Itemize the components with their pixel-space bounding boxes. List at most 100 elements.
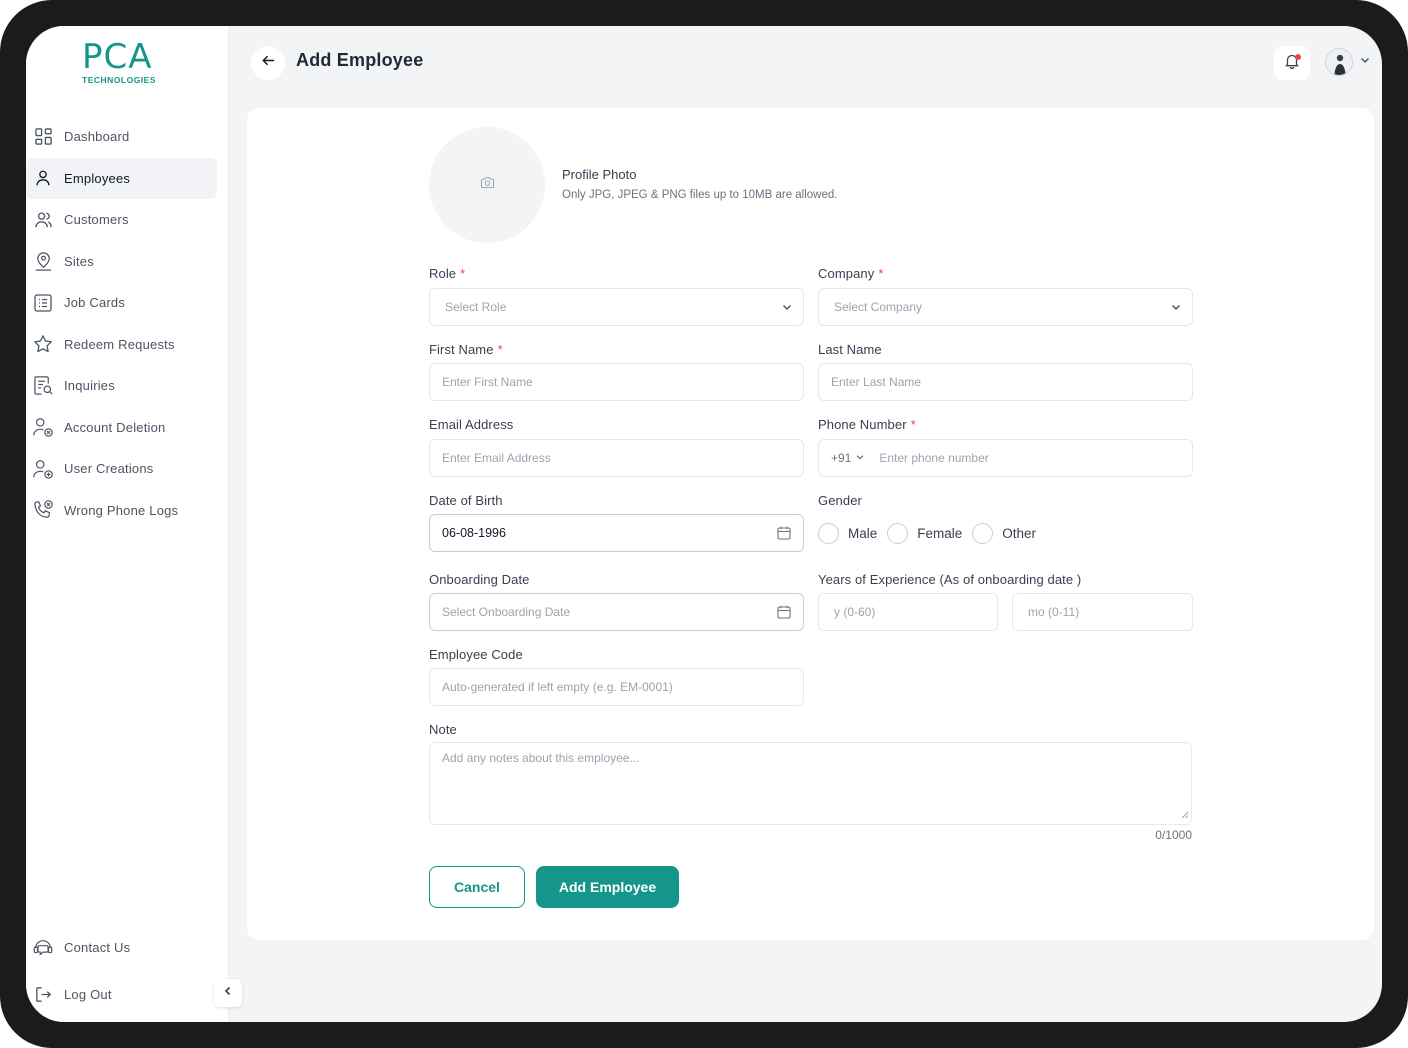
onboarding-placeholder: Select Onboarding Date [442, 605, 571, 619]
chevron-down-icon [781, 301, 793, 316]
page-title: Add Employee [296, 50, 424, 70]
sidebar-item-job-cards[interactable]: Job Cards [26, 282, 217, 324]
chevron-down-icon [1170, 301, 1182, 316]
arrow-left-icon [261, 53, 276, 73]
gender-label-text: Gender [818, 493, 862, 508]
sidebar-item-user-creations[interactable]: User Creations [26, 448, 217, 490]
sidebar-item-inquiries[interactable]: Inquiries [26, 365, 217, 407]
onboarding-label: Onboarding Date [429, 572, 530, 587]
country-code-select[interactable]: +91 [831, 451, 865, 465]
phone-label-text: Phone Number [818, 417, 907, 432]
phone-field[interactable]: +91 Enter phone number [818, 439, 1193, 477]
employee-code-placeholder: Auto-generated if left empty (e.g. EM-00… [442, 680, 673, 694]
sidebar-item-label: Customers [64, 212, 129, 228]
app-screen: PCA TECHNOLOGIES Dashboard Employees Cus… [26, 26, 1382, 1022]
cancel-button[interactable]: Cancel [429, 866, 525, 908]
user-menu[interactable] [1325, 48, 1371, 76]
first-name-placeholder: Enter First Name [442, 375, 533, 389]
required-mark: * [497, 342, 503, 357]
profile-photo-hint: Only JPG, JPEG & PNG files up to 10MB ar… [562, 189, 838, 201]
page-header: Add Employee [229, 26, 1382, 104]
experience-label: Years of Experience (As of onboarding da… [818, 572, 1081, 587]
add-employee-form-card: Profile Photo Only JPG, JPEG & PNG files… [247, 108, 1374, 940]
onboarding-label-text: Onboarding Date [429, 572, 530, 587]
employee-code-field[interactable]: Auto-generated if left empty (e.g. EM-00… [429, 668, 804, 706]
email-label-text: Email Address [429, 417, 514, 432]
experience-months-placeholder: mo (0-11) [1028, 605, 1080, 619]
gender-radio-female[interactable]: Female [887, 523, 962, 544]
sidebar-item-dashboard[interactable]: Dashboard [26, 116, 217, 158]
company-label-text: Company [818, 266, 875, 281]
resize-handle-icon[interactable] [1181, 808, 1189, 822]
radio-label: Male [848, 526, 878, 541]
note-textarea[interactable]: Add any notes about this employee... [429, 742, 1192, 825]
star-icon [32, 333, 54, 355]
logo-subtext: TECHNOLOGIES [82, 75, 157, 85]
sidebar-item-label: Inquiries [64, 378, 115, 394]
notification-badge [1295, 54, 1301, 60]
gender-radio-group: Male Female Other [818, 523, 1046, 544]
sidebar-item-wrong-phone-logs[interactable]: Wrong Phone Logs [26, 490, 217, 532]
support-chat-icon [32, 937, 54, 959]
calendar-icon[interactable] [776, 604, 792, 623]
radio-label: Other [1002, 526, 1037, 541]
sidebar-item-label: Log Out [64, 987, 112, 1002]
notifications-button[interactable] [1274, 46, 1310, 80]
document-search-icon [32, 375, 54, 397]
dob-field[interactable]: 06-08-1996 [429, 514, 804, 552]
sidebar-item-customers[interactable]: Customers [26, 199, 217, 241]
company-logo[interactable]: PCA TECHNOLOGIES [82, 40, 162, 88]
experience-label-text: Years of Experience (As of onboarding da… [818, 572, 1082, 587]
sidebar-item-label: Sites [64, 253, 94, 269]
sidebar-item-redeem-requests[interactable]: Redeem Requests [26, 324, 217, 366]
last-name-label-text: Last Name [818, 342, 882, 357]
experience-years-field[interactable]: y (0-60) [818, 593, 998, 631]
sidebar-item-label: Account Deletion [64, 419, 166, 435]
sidebar-collapse-button[interactable] [214, 979, 242, 1007]
dob-label: Date of Birth [429, 493, 503, 508]
sidebar-item-account-deletion[interactable]: Account Deletion [26, 407, 217, 449]
dob-value: 06-08-1996 [442, 526, 506, 540]
dob-label-text: Date of Birth [429, 493, 503, 508]
company-label: Company * [818, 266, 884, 281]
experience-months-field[interactable]: mo (0-11) [1012, 593, 1193, 631]
company-placeholder: Select Company [834, 300, 923, 314]
first-name-label: First Name * [429, 342, 503, 357]
employee-code-label-text: Employee Code [429, 647, 523, 662]
email-field[interactable]: Enter Email Address [429, 439, 804, 477]
company-select[interactable]: Select Company [818, 288, 1193, 326]
gender-radio-male[interactable]: Male [818, 523, 877, 544]
role-label: Role * [429, 266, 465, 281]
sidebar-item-label: Wrong Phone Logs [64, 502, 179, 518]
radio-circle[interactable] [972, 523, 994, 544]
phone-error-icon [32, 499, 54, 521]
list-card-icon [32, 292, 54, 314]
back-button[interactable] [251, 46, 285, 80]
first-name-field[interactable]: Enter First Name [429, 363, 804, 401]
sidebar: PCA TECHNOLOGIES Dashboard Employees Cus… [26, 26, 229, 1022]
location-user-icon [32, 250, 54, 272]
sidebar-item-employees[interactable]: Employees [26, 157, 217, 199]
email-placeholder: Enter Email Address [442, 451, 551, 465]
sidebar-item-sites[interactable]: Sites [26, 241, 217, 283]
sidebar-item-label: Employees [64, 170, 131, 186]
experience-years-placeholder: y (0-60) [834, 605, 876, 619]
calendar-icon[interactable] [776, 525, 792, 544]
phone-label: Phone Number * [818, 417, 916, 432]
employee-code-label: Employee Code [429, 647, 523, 662]
camera-icon [480, 176, 495, 194]
onboarding-date-field[interactable]: Select Onboarding Date [429, 593, 804, 631]
role-select[interactable]: Select Role [429, 288, 804, 326]
gender-radio-other[interactable]: Other [972, 523, 1036, 544]
chevron-down-icon [855, 451, 865, 465]
radio-circle[interactable] [818, 523, 839, 544]
profile-photo-upload[interactable] [429, 127, 545, 243]
users-icon [32, 209, 54, 231]
sidebar-item-log-out[interactable]: Log Out [26, 971, 217, 1018]
add-employee-button[interactable]: Add Employee [536, 866, 679, 908]
last-name-field[interactable]: Enter Last Name [818, 363, 1193, 401]
sidebar-item-contact-us[interactable]: Contact Us [26, 924, 217, 971]
user-add-icon [32, 458, 54, 480]
sidebar-item-label: Contact Us [64, 940, 131, 955]
radio-circle[interactable] [887, 523, 909, 544]
